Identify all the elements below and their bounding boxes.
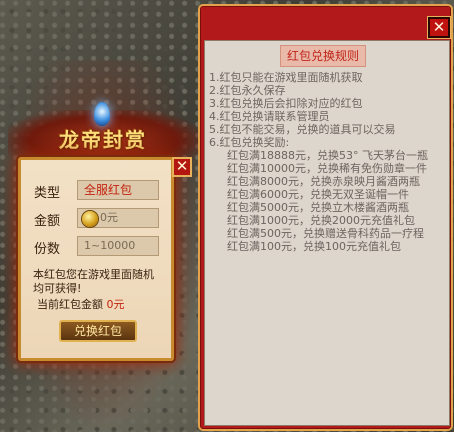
count-label: 份数 [34, 242, 61, 257]
coin-icon [82, 211, 98, 227]
exchange-button[interactable]: 兑换红包 [59, 320, 137, 342]
rules-list: 1.红包只能在游戏里面随机获取 2.红包永久保存 3.红包兑换后会扣除对应的红包… [209, 71, 447, 253]
reward-item: 红包满100元，兑换100元充值礼包 [227, 240, 401, 253]
rule-item: 3.红包兑换后会扣除对应的红包 [209, 97, 363, 110]
close-icon[interactable]: ✕ [428, 17, 450, 38]
red-packet-card: 类型 全服红包 金额 0元 份数 1~10000 本红包您在游戏里面随机均可获得… [18, 157, 174, 361]
note-text: 本红包您在游戏里面随机均可获得! [33, 268, 154, 295]
type-field: 全服红包 [77, 180, 159, 200]
banner-title: 龙帝封赏 [59, 128, 147, 152]
reward-item: 红包满500元，兑换赠送骨科药品一疗程 [227, 227, 424, 240]
rule-item: 5.红包不能交易，兑换的道具可以交易 [209, 123, 396, 136]
current-amount: 当前红包金额 0元 [37, 296, 125, 312]
reward-item: 红包满6000元，兑换无双圣诞帽一件 [227, 188, 409, 201]
reward-item: 红包满1000元，兑换2000元充值礼包 [227, 214, 415, 227]
amount-label: 金额 [34, 214, 61, 229]
rules-title: 红包兑换规则 [280, 45, 366, 67]
gem-icon [94, 102, 110, 126]
rule-item: 1.红包只能在游戏里面随机获取 [209, 71, 363, 84]
rule-item: 4.红包兑换请联系管理员 [209, 110, 330, 123]
reward-item: 红包满5000元，兑换立木楼酱酒两瓶 [227, 201, 409, 214]
close-icon[interactable]: ✕ [172, 157, 192, 177]
reward-item: 红包满10000元，兑换稀有免伤勋章一件 [227, 162, 427, 175]
banner: 龙帝封赏 [8, 102, 198, 162]
type-label: 类型 [34, 186, 61, 201]
reward-item: 红包满8000元，兑换赤泉映月酱酒两瓶 [227, 175, 420, 188]
current-amount-label: 当前红包金额 [37, 298, 103, 311]
rule-item: 2.红包永久保存 [209, 84, 286, 97]
current-amount-value: 0元 [106, 298, 125, 311]
rules-content: 红包兑换规则 1.红包只能在游戏里面随机获取 2.红包永久保存 3.红包兑换后会… [204, 40, 450, 426]
count-field: 1~10000 [77, 236, 159, 256]
rule-item: 6.红包兑换奖励: [209, 136, 290, 149]
reward-item: 红包满18888元，兑换53° 飞天茅台一瓶 [227, 149, 428, 162]
